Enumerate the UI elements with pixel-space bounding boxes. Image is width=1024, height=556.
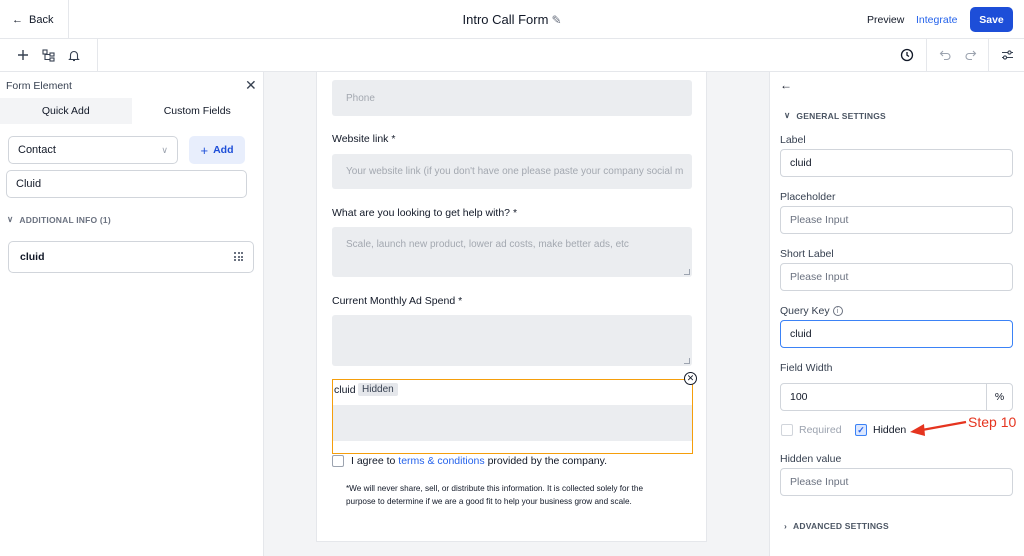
add-label: Add (213, 144, 234, 156)
hidden-label: Hidden (873, 424, 907, 436)
top-bar: ← Back Intro Call Form ✎ Preview Integrat… (0, 0, 1024, 39)
adspend-label: Current Monthly Ad Spend * (332, 295, 463, 307)
help-textarea[interactable]: Scale, launch new product, lower ad cost… (332, 227, 692, 277)
annotation-arrow-icon (910, 420, 967, 436)
form-title-text: Intro Call Form (462, 12, 549, 27)
tab-quick-add[interactable]: Quick Add (0, 98, 132, 124)
arrow-left-icon[interactable]: ← (780, 78, 792, 92)
chevron-down-icon: ∨ (784, 110, 791, 120)
chevron-down-icon: ∨ (161, 145, 168, 155)
tab-custom-fields[interactable]: Custom Fields (131, 98, 263, 124)
section-label: ADVANCED SETTINGS (793, 521, 889, 531)
hidden-field-label: cluid (334, 384, 356, 396)
add-field-button[interactable]: + Add (189, 136, 245, 164)
settings-sliders-icon[interactable] (999, 47, 1015, 63)
terms-agree-row: I agree to terms & conditions provided b… (332, 455, 607, 467)
field-card-label: cluid (20, 251, 45, 263)
hidden-badge: Hidden (358, 383, 398, 396)
hidden-option[interactable]: ✓ Hidden (855, 424, 906, 436)
help-label: What are you looking to get help with? * (332, 207, 518, 219)
required-checkbox[interactable] (781, 424, 793, 436)
form-element-panel: Form Element ✕ Quick Add Custom Fields C… (0, 72, 264, 556)
field-settings-panel: ← ∨ GENERAL SETTINGS Label cluid Placeho… (769, 72, 1024, 556)
hidden-field-block[interactable]: cluid Hidden (332, 379, 693, 454)
info-icon[interactable]: i (832, 306, 843, 317)
history-icon[interactable] (899, 47, 915, 63)
object-select[interactable]: Contact ∨ (8, 136, 178, 164)
form-canvas: Phone Website link * Your website link (… (264, 72, 769, 556)
toolbar-divider (988, 39, 989, 72)
resize-handle-icon[interactable] (684, 358, 690, 364)
panel-title: Form Element (6, 80, 72, 92)
required-label: Required (799, 424, 842, 436)
object-select-value: Contact (18, 144, 56, 156)
advanced-settings-section[interactable]: › ADVANCED SETTINGS (784, 521, 889, 531)
required-option[interactable]: Required (781, 424, 842, 436)
hidden-checkbox[interactable]: ✓ (855, 424, 867, 436)
adspend-textarea[interactable] (332, 315, 692, 366)
label-field-label: Label (780, 134, 806, 146)
section-label: ADDITIONAL INFO (1) (19, 214, 111, 225)
integrate-button[interactable]: Integrate (916, 14, 957, 26)
field-width-unit: % (986, 384, 1012, 410)
phone-input[interactable]: Phone (332, 80, 692, 116)
help-placeholder: Scale, launch new product, lower ad cost… (346, 239, 629, 250)
field-card-cluid[interactable]: cluid (8, 241, 254, 273)
terms-text: I agree to terms & conditions provided b… (351, 455, 607, 467)
field-width-value[interactable]: 100 (781, 384, 986, 410)
query-key-label-text: Query Key (780, 305, 830, 317)
save-button[interactable]: Save (970, 7, 1013, 32)
redo-icon[interactable] (962, 47, 978, 63)
preview-button[interactable]: Preview (867, 14, 904, 26)
field-search-input[interactable]: Cluid (6, 170, 247, 198)
terms-prefix: I agree to (351, 455, 399, 467)
form-preview: Phone Website link * Your website link (… (316, 72, 707, 542)
pencil-icon[interactable]: ✎ (551, 13, 561, 27)
short-label-field-label: Short Label (780, 248, 834, 260)
hidden-field-input[interactable] (333, 405, 692, 441)
query-key-input[interactable]: cluid (780, 320, 1013, 348)
website-label: Website link * (332, 133, 396, 145)
website-input[interactable]: Your website link (if you don't have one… (332, 154, 692, 189)
bell-icon[interactable] (66, 47, 82, 63)
resize-handle-icon[interactable] (684, 269, 690, 275)
remove-field-icon[interactable]: ✕ (684, 372, 697, 385)
field-width-input[interactable]: 100 % (780, 383, 1013, 411)
step-annotation: Step 10 (968, 414, 1017, 430)
plus-icon[interactable] (15, 47, 31, 63)
chevron-right-icon: › (784, 521, 788, 531)
label-input[interactable]: cluid (780, 149, 1013, 177)
disclaimer-text: *We will never share, sell, or distribut… (346, 484, 643, 506)
hidden-value-label: Hidden value (780, 453, 842, 465)
drag-handle-icon[interactable] (234, 252, 243, 261)
terms-suffix: provided by the company. (484, 455, 608, 467)
placeholder-input[interactable]: Please Input (780, 206, 1013, 234)
short-label-input[interactable]: Please Input (780, 263, 1013, 291)
terms-checkbox[interactable] (332, 455, 344, 467)
toolbar (0, 39, 1024, 72)
terms-link[interactable]: terms & conditions (398, 455, 484, 467)
close-icon[interactable]: ✕ (245, 77, 257, 94)
hidden-value-input[interactable]: Please Input (780, 468, 1013, 496)
chevron-down-icon: ∨ (7, 214, 14, 224)
section-label: GENERAL SETTINGS (796, 110, 886, 121)
general-settings-section[interactable]: ∨ GENERAL SETTINGS (784, 110, 886, 121)
element-tree-icon[interactable] (40, 47, 56, 63)
additional-info-section[interactable]: ∨ ADDITIONAL INFO (1) (7, 214, 111, 225)
field-width-label: Field Width (780, 362, 833, 374)
panel-tabs: Quick Add Custom Fields (0, 98, 263, 124)
placeholder-field-label: Placeholder (780, 191, 836, 203)
plus-icon: + (200, 142, 209, 158)
query-key-label: Query Key i (780, 305, 843, 317)
undo-icon[interactable] (937, 47, 953, 63)
toolbar-divider (926, 39, 927, 72)
toolbar-divider (97, 39, 98, 72)
